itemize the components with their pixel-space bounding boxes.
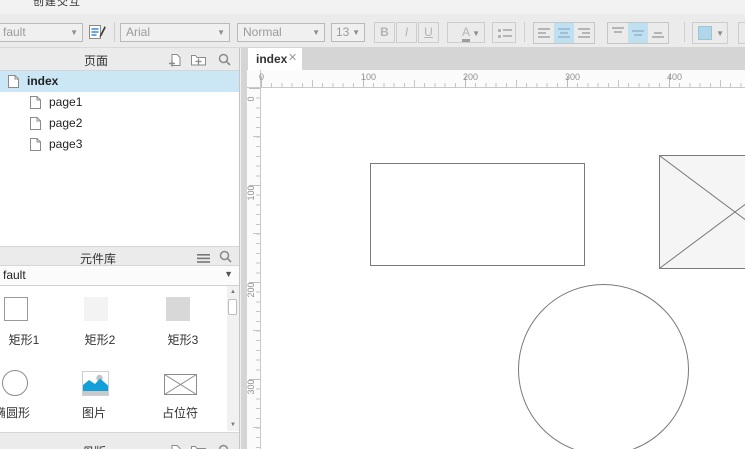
library-select-dropdown[interactable]: fault ▼ — [0, 266, 239, 286]
v-ruler-label: 200 — [246, 278, 256, 302]
widget-label-rect2: 矩形2 — [65, 331, 135, 348]
chevron-down-icon: ▼ — [217, 24, 225, 41]
chevron-down-icon: ▼ — [352, 24, 360, 41]
clipped-menu-text: 创建交互 — [33, 0, 81, 9]
font-color-button[interactable]: A ▼ — [447, 22, 485, 43]
toolbar-button-partial[interactable] — [738, 22, 745, 44]
pages-panel-title: 页面 — [84, 52, 108, 69]
widget-label-rect1: 矩形1 — [0, 331, 59, 348]
v-ruler-label: 100 — [246, 181, 256, 205]
canvas-shape-rectangle[interactable] — [370, 163, 585, 266]
fill-color-button[interactable]: ▼ — [692, 22, 728, 44]
font-style-dropdown[interactable]: Normal ▼ — [237, 23, 325, 42]
h-ruler-label: 200 — [463, 72, 478, 82]
top-strip: 创建交互 — [0, 0, 745, 14]
widget-image-icon[interactable] — [82, 371, 109, 399]
close-icon[interactable]: ✕ — [288, 51, 297, 64]
h-ruler-label: 300 — [565, 72, 580, 82]
search-icon[interactable] — [218, 53, 231, 69]
font-family-dropdown[interactable]: Arial ▼ — [120, 23, 230, 42]
v-ruler-label: 0 — [246, 87, 256, 111]
chevron-down-icon: ▼ — [312, 24, 320, 41]
left-panel: 页面 index page1 page2 page3 — [0, 48, 240, 449]
chevron-down-icon: ▼ — [70, 24, 78, 41]
v-ruler-label: 300 — [246, 375, 256, 399]
page-icon — [30, 117, 41, 133]
search-icon[interactable] — [219, 250, 232, 266]
page-tree-item-page2[interactable]: page2 — [0, 113, 239, 134]
page-icon — [30, 138, 41, 154]
add-page-icon[interactable] — [168, 444, 183, 449]
canvas-region: index ✕ 0 100 200 300 400 0 100 200 300 — [241, 47, 745, 449]
italic-button[interactable]: I — [396, 22, 417, 43]
toolbar-divider — [114, 22, 115, 42]
toolbar-divider — [684, 22, 685, 42]
canvas-shape-placeholder[interactable] — [659, 155, 745, 269]
bold-button[interactable]: B — [374, 22, 395, 43]
widget-rect1-icon[interactable] — [4, 297, 28, 321]
bullet-list-button[interactable] — [492, 22, 516, 43]
vertical-align-group — [607, 22, 669, 44]
widget-grid: 矩形1 矩形2 矩形3 椭圆形 图片 占位符 ▲ ▼ — [0, 286, 239, 431]
scrollbar-thumb[interactable] — [228, 299, 237, 315]
chevron-down-icon: ▼ — [224, 269, 233, 279]
tab-index[interactable]: index ✕ — [248, 48, 302, 70]
edit-style-icon[interactable] — [88, 23, 107, 44]
masters-panel-header: 母版 — [0, 432, 239, 449]
widget-label-rect3: 矩形3 — [148, 331, 218, 348]
fill-color-swatch — [698, 26, 712, 40]
page-tree-item-page3[interactable]: page3 — [0, 134, 239, 155]
toolbar-divider — [524, 22, 525, 42]
page-icon — [8, 75, 19, 91]
chevron-down-icon: ▼ — [472, 24, 480, 43]
text-align-group — [533, 22, 595, 44]
add-page-icon[interactable] — [168, 53, 183, 70]
widget-rect3-icon[interactable] — [166, 297, 190, 321]
format-toolbar: fault ▼ Arial ▼ Normal ▼ 13 ▼ B I U A ▼ — [0, 14, 745, 48]
widget-label-placeholder: 占位符 — [145, 404, 215, 421]
horizontal-ruler: 0 100 200 300 400 — [261, 70, 745, 88]
page-tree-item-index[interactable]: index — [0, 71, 239, 92]
search-icon[interactable] — [218, 444, 231, 449]
library-panel-title: 元件库 — [80, 250, 116, 267]
add-folder-icon[interactable] — [191, 445, 206, 449]
align-middle-icon[interactable] — [628, 23, 648, 43]
align-right-icon[interactable] — [574, 23, 594, 43]
align-left-icon[interactable] — [534, 23, 554, 43]
vertical-ruler: 0 100 200 300 — [247, 88, 261, 449]
align-top-icon[interactable] — [608, 23, 628, 43]
menu-icon[interactable] — [197, 252, 210, 266]
widget-rect2-icon[interactable] — [84, 297, 108, 321]
canvas-shape-ellipse[interactable] — [518, 284, 689, 449]
scroll-down-icon[interactable]: ▼ — [227, 422, 239, 428]
align-center-icon[interactable] — [554, 23, 574, 43]
align-bottom-icon[interactable] — [648, 23, 668, 43]
widget-placeholder-icon[interactable] — [164, 374, 197, 398]
widget-label-ellipse: 椭圆形 — [0, 404, 47, 421]
chevron-down-icon: ▼ — [716, 24, 724, 43]
page-icon — [30, 96, 41, 112]
page-tree-item-page1[interactable]: page1 — [0, 92, 239, 113]
underline-button[interactable]: U — [418, 22, 439, 43]
scroll-up-icon[interactable]: ▲ — [227, 289, 239, 295]
pages-panel-header: 页面 — [0, 48, 239, 71]
widget-ellipse-icon[interactable] — [2, 370, 28, 396]
library-panel-header: 元件库 — [0, 246, 239, 266]
masters-panel-title: 母版 — [82, 443, 106, 449]
widget-style-dropdown[interactable]: fault ▼ — [0, 23, 83, 42]
canvas-shapes[interactable] — [261, 88, 745, 449]
h-ruler-label: 100 — [361, 72, 376, 82]
add-folder-icon[interactable] — [191, 54, 206, 69]
font-size-dropdown[interactable]: 13 ▼ — [331, 23, 365, 42]
h-ruler-label: 0 — [259, 72, 264, 82]
library-scrollbar[interactable]: ▲ ▼ — [227, 286, 239, 431]
h-ruler-label: 400 — [667, 72, 682, 82]
canvas-tab-bar: index ✕ — [241, 47, 745, 70]
widget-label-image: 图片 — [59, 404, 129, 421]
